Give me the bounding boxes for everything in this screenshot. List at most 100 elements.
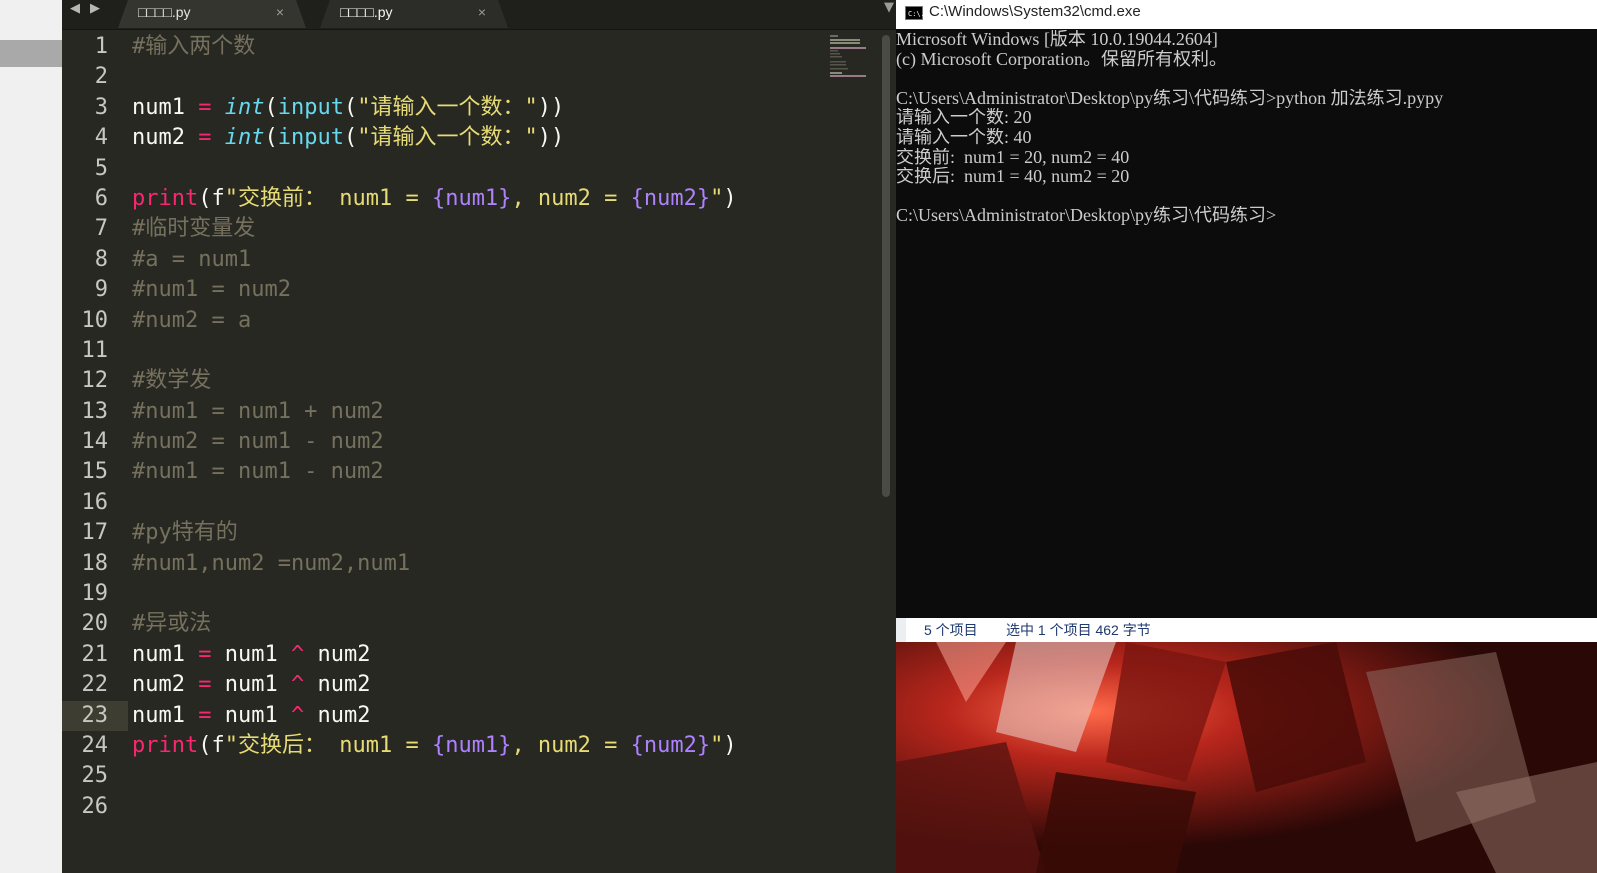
code-line[interactable]: 17 #py特有的 bbox=[62, 518, 882, 548]
cmd-output-line: 请输入一个数: 40 bbox=[896, 127, 1032, 147]
line-number: 6 bbox=[94, 185, 108, 211]
line-number: 12 bbox=[81, 368, 109, 394]
explorer-status-bar: 5 个项目 选中 1 个项目 462 字节 bbox=[906, 618, 1597, 642]
tab-label: □□□□.py bbox=[340, 4, 393, 20]
code-token: #输入两个数 bbox=[132, 34, 256, 59]
code-text: #num1 = num1 - num2 bbox=[132, 457, 384, 487]
line-number: 4 bbox=[94, 125, 108, 151]
cmd-window-title: C:\Windows\System32\cmd.exe bbox=[929, 3, 1141, 20]
code-token: ^ bbox=[277, 641, 318, 667]
code-token: num2 bbox=[317, 641, 371, 667]
code-area[interactable]: 1 #输入两个数 2 3 num1 = int(input("请输入一个数：")) 4 nu… bbox=[62, 32, 882, 822]
line-number: 11 bbox=[81, 337, 109, 363]
cmd-title-bar[interactable]: C:\. C:\Windows\System32\cmd.exe bbox=[896, 0, 1597, 29]
code-line[interactable]: 20 #异或法 bbox=[62, 609, 882, 639]
code-token: )) bbox=[537, 94, 565, 120]
code-text: #异或法 bbox=[132, 609, 211, 639]
code-text: #num2 = num1 - num2 bbox=[132, 427, 384, 457]
selection-info: 选中 1 个项目 462 字节 bbox=[1006, 622, 1151, 638]
code-token: num2 bbox=[132, 672, 185, 698]
code-text: #临时变量发 bbox=[132, 214, 255, 244]
code-text: #num2 = a bbox=[132, 306, 251, 336]
code-token: print bbox=[132, 732, 199, 758]
code-line[interactable]: 9 #num1 = num2 bbox=[62, 275, 882, 305]
code-token: )) bbox=[537, 125, 565, 151]
line-number: 9 bbox=[94, 277, 108, 303]
code-token: num1 bbox=[224, 641, 278, 667]
cmd-output-line: C:\Users\Administrator\Desktop\py练习\代码练习… bbox=[896, 88, 1444, 108]
code-token: , num2 = bbox=[511, 185, 631, 211]
close-icon[interactable]: × bbox=[478, 0, 486, 25]
code-line[interactable]: 10 #num2 = a bbox=[62, 306, 882, 336]
cmd-output[interactable]: Microsoft Windows [版本 10.0.19044.2604] (… bbox=[896, 30, 1597, 226]
code-token: num2 bbox=[317, 702, 371, 728]
tab-file-2-active[interactable]: □□□□.py × bbox=[320, 0, 508, 28]
tab-nav-right-icon[interactable]: ▶ bbox=[90, 1, 100, 16]
code-line[interactable]: 16 bbox=[62, 488, 882, 518]
line-number: 3 bbox=[94, 94, 108, 120]
code-line[interactable]: 25 bbox=[62, 761, 882, 791]
cmd-output-line: 请输入一个数: 20 bbox=[896, 108, 1032, 128]
code-token: {num1} bbox=[431, 732, 512, 758]
code-text: num1 = num1 ^ num2 bbox=[132, 701, 370, 731]
line-number: 21 bbox=[81, 641, 109, 667]
code-token: " bbox=[710, 732, 724, 758]
cmd-app-icon: C:\. bbox=[905, 6, 925, 20]
cmd-output-line bbox=[896, 69, 1597, 89]
code-line[interactable]: 19 bbox=[62, 579, 882, 609]
code-token: #num1 = num1 + num2 bbox=[132, 398, 384, 424]
cmd-window: C:\. C:\Windows\System32\cmd.exe Microso… bbox=[896, 0, 1597, 618]
tab-dropdown-icon[interactable]: ▼ bbox=[884, 0, 894, 15]
background-window-strip bbox=[0, 0, 62, 873]
code-token: ( bbox=[264, 94, 278, 120]
minimap[interactable] bbox=[830, 35, 876, 79]
code-token: #临时变量发 bbox=[132, 216, 256, 242]
code-line[interactable]: 18 #num1,num2 =num2,num1 bbox=[62, 549, 882, 579]
desktop-wallpaper-image bbox=[896, 642, 1597, 873]
code-line[interactable]: 26 bbox=[62, 792, 882, 822]
vertical-scrollbar[interactable] bbox=[882, 35, 890, 497]
code-line[interactable]: 24 print(f"交换后： num1 = {num1}, num2 = {nu… bbox=[62, 731, 882, 761]
code-line[interactable]: 7 #临时变量发 bbox=[62, 214, 882, 244]
tab-nav-left-icon[interactable]: ◀ bbox=[70, 1, 80, 16]
code-token: "交换前： num1 = bbox=[224, 185, 432, 211]
code-line[interactable]: 11 bbox=[62, 336, 882, 366]
code-token: ( bbox=[264, 125, 278, 151]
code-line[interactable]: 2 bbox=[62, 62, 882, 92]
code-token: #num2 = num1 - num2 bbox=[132, 429, 384, 455]
code-line[interactable]: 23 num1 = num1 ^ num2 bbox=[62, 700, 370, 731]
code-token: = bbox=[184, 94, 225, 120]
code-line[interactable]: 21 num1 = num1 ^ num2 bbox=[62, 640, 882, 670]
code-line[interactable]: 8 #a = num1 bbox=[62, 245, 882, 275]
code-token: print bbox=[132, 185, 199, 211]
code-text: #数学发 bbox=[132, 366, 211, 396]
code-editor-window: ◀ ▶ □□□□.py × □□□□.py × ▼ 1 #输入两个数 2 3 num1 … bbox=[62, 0, 896, 873]
code-token: , num2 = bbox=[511, 732, 631, 758]
code-line[interactable]: 1 #输入两个数 bbox=[62, 32, 882, 62]
code-line[interactable]: 6 print(f"交换前： num1 = {num1}, num2 = {num… bbox=[62, 184, 882, 214]
code-token: int bbox=[224, 94, 265, 120]
code-line[interactable]: 22 num2 = num1 ^ num2 bbox=[62, 670, 882, 700]
code-token: ( bbox=[343, 94, 358, 120]
code-line[interactable]: 5 bbox=[62, 154, 882, 184]
code-line[interactable]: 14 #num2 = num1 - num2 bbox=[62, 427, 882, 457]
code-token: ^ bbox=[277, 702, 318, 728]
code-line[interactable]: 13 #num1 = num1 + num2 bbox=[62, 397, 882, 427]
code-token: num2 bbox=[132, 125, 185, 151]
code-line[interactable]: 3 num1 = int(input("请输入一个数：")) bbox=[62, 93, 882, 123]
code-token: num2 bbox=[317, 672, 371, 698]
code-token: (f bbox=[198, 185, 225, 211]
code-line[interactable]: 12 #数学发 bbox=[62, 366, 882, 396]
code-line[interactable]: 4 num2 = int(input("请输入一个数：")) bbox=[62, 123, 882, 153]
code-token: ) bbox=[723, 732, 737, 758]
code-token: = bbox=[184, 702, 225, 728]
line-number: 2 bbox=[94, 64, 108, 90]
code-token: #数学发 bbox=[132, 368, 212, 394]
code-text: #num1 = num1 + num2 bbox=[132, 397, 384, 427]
line-number: 23 bbox=[81, 702, 109, 728]
background-window-bar bbox=[0, 40, 62, 67]
code-line[interactable]: 15 #num1 = num1 - num2 bbox=[62, 457, 882, 487]
close-icon[interactable]: × bbox=[276, 0, 284, 25]
code-token: #num1,num2 =num2,num1 bbox=[132, 550, 411, 576]
tab-file-1[interactable]: □□□□.py × bbox=[118, 0, 306, 28]
